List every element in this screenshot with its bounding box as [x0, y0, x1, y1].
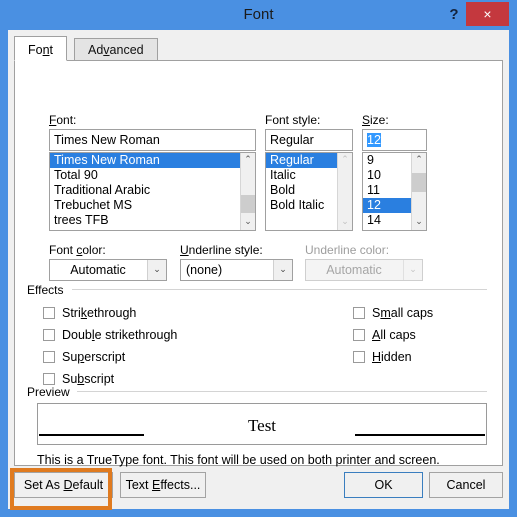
- preview-group-divider: [77, 391, 487, 392]
- chevron-down-icon: ⌄: [403, 260, 422, 280]
- underline-style-value: (none): [186, 263, 223, 277]
- underline-color-combo: Automatic ⌄: [305, 259, 423, 281]
- size-input[interactable]: 12: [362, 129, 427, 151]
- ok-button[interactable]: OK: [344, 472, 423, 498]
- help-icon[interactable]: ?: [443, 4, 465, 26]
- scroll-up-icon[interactable]: ⌃: [412, 153, 426, 168]
- checkbox-label: Strikethrough: [62, 306, 137, 320]
- chevron-down-icon[interactable]: ⌄: [273, 260, 292, 280]
- scroll-thumb[interactable]: [241, 195, 255, 213]
- font-style-listbox[interactable]: Regular Italic Bold Bold Italic ⌃ ⌄: [265, 152, 353, 231]
- underline-style-label: Underline style:: [180, 243, 263, 257]
- font-color-label: Font color:: [49, 243, 106, 257]
- font-description: This is a TrueType font. This font will …: [37, 453, 440, 467]
- font-dialog-window: Font ? × Font Advanced Font: Times New R…: [0, 0, 517, 517]
- effects-group-title: Effects: [27, 283, 69, 297]
- font-color-value: Automatic: [70, 263, 126, 277]
- checkbox-label: Superscript: [62, 350, 126, 364]
- text-effects-label: Text Effects...: [125, 478, 201, 492]
- size-label: Size:: [362, 113, 389, 127]
- size-list-scrollbar[interactable]: ⌃ ⌄: [411, 153, 426, 230]
- font-color-combo[interactable]: Automatic ⌄: [49, 259, 167, 281]
- scroll-up-icon[interactable]: ⌃: [241, 153, 255, 168]
- underline-style-combo[interactable]: (none) ⌄: [180, 259, 293, 281]
- cancel-label: Cancel: [446, 478, 486, 492]
- checkbox-label: Double strikethrough: [62, 328, 178, 342]
- ok-label: OK: [374, 478, 393, 492]
- list-item[interactable]: Traditional Arabic: [50, 183, 255, 198]
- underline-color-label: Underline color:: [305, 243, 390, 257]
- checkbox-box[interactable]: [43, 307, 55, 319]
- font-listbox[interactable]: Times New Roman Total 90 Traditional Ara…: [49, 152, 256, 231]
- underline-color-value: Automatic: [326, 263, 382, 277]
- chevron-down-icon[interactable]: ⌄: [147, 260, 166, 280]
- font-list-scrollbar[interactable]: ⌃ ⌄: [240, 153, 255, 230]
- checkbox-box[interactable]: [43, 329, 55, 341]
- scroll-up-icon: ⌃: [341, 154, 349, 164]
- dialog-body: Font Advanced Font: Times New Roman Time…: [8, 30, 509, 509]
- close-icon[interactable]: ×: [466, 2, 509, 26]
- set-as-default-label: Set As Default: [23, 478, 104, 492]
- tab-font[interactable]: Font: [14, 36, 68, 61]
- checkbox-label: Small caps: [372, 306, 434, 320]
- checkbox-box[interactable]: [43, 373, 55, 385]
- scroll-thumb[interactable]: [412, 173, 426, 192]
- size-listbox[interactable]: 9 10 11 12 14 ⌃ ⌄: [362, 152, 427, 231]
- preview-group-title: Preview: [27, 385, 75, 399]
- window-title: Font: [243, 6, 274, 23]
- size-input-value: 12: [367, 133, 381, 147]
- list-item[interactable]: trees TFB: [50, 213, 255, 228]
- list-item[interactable]: Total 90: [50, 168, 255, 183]
- font-label: Font:: [49, 113, 77, 127]
- title-bar: Font ? ×: [0, 0, 517, 30]
- tab-advanced[interactable]: Advanced: [74, 38, 158, 61]
- list-item[interactable]: Times New Roman: [50, 153, 255, 168]
- checkbox-box[interactable]: [353, 307, 365, 319]
- tab-advanced-label: Advanced: [88, 43, 144, 57]
- checkbox-box[interactable]: [43, 351, 55, 363]
- cancel-button[interactable]: Cancel: [429, 472, 503, 498]
- preview-box: Test: [37, 403, 487, 445]
- scroll-down-icon[interactable]: ⌄: [241, 215, 255, 230]
- scroll-down-icon[interactable]: ⌄: [412, 215, 426, 230]
- font-input[interactable]: Times New Roman: [49, 129, 256, 151]
- effects-group-divider: [72, 289, 487, 290]
- checkbox-box[interactable]: [353, 329, 365, 341]
- font-style-list-scrollbar: ⌃ ⌄: [337, 153, 352, 230]
- checkbox-label: Hidden: [372, 350, 412, 364]
- tab-font-label: Font: [28, 43, 54, 57]
- font-tab-panel: Font: Times New Roman Times New Roman To…: [14, 60, 503, 467]
- scroll-down-icon: ⌄: [341, 216, 349, 226]
- font-style-input[interactable]: Regular: [265, 129, 353, 151]
- font-style-label: Font style:: [265, 113, 321, 127]
- preview-sample-text: Test: [247, 416, 277, 435]
- checkbox-box[interactable]: [353, 351, 365, 363]
- list-item[interactable]: Trebuchet MS: [50, 198, 255, 213]
- checkbox-label: All caps: [372, 328, 416, 342]
- text-effects-button[interactable]: Text Effects...: [120, 472, 206, 498]
- set-as-default-button[interactable]: Set As Default: [14, 472, 113, 498]
